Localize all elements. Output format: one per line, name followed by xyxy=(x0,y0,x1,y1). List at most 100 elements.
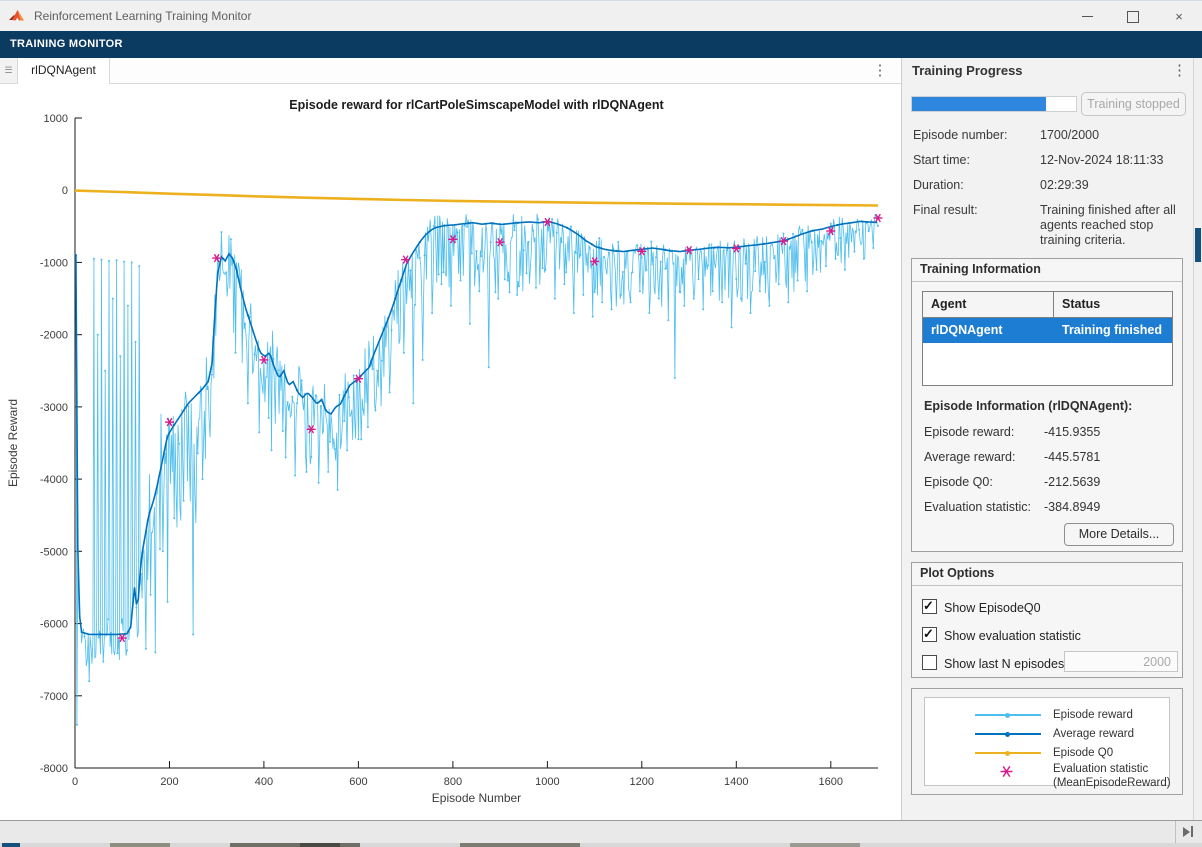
evaluation-statistic-asterisk-icon xyxy=(999,764,1014,779)
tab-list-icon[interactable]: ☰ xyxy=(0,58,18,83)
svg-text:1000: 1000 xyxy=(44,113,68,125)
status-bar xyxy=(0,820,1202,843)
episode-q0-row: Episode Q0: -212.5639 xyxy=(924,475,1174,489)
svg-text:1600: 1600 xyxy=(819,776,843,788)
agent-status-table: Agent Status rlDQNAgent Training finishe… xyxy=(922,291,1173,386)
training-progress-panel: Training Progress ⋮ Training stopped Epi… xyxy=(901,58,1193,820)
panel-title: Training Progress xyxy=(912,63,1023,78)
matlab-logo-icon xyxy=(9,9,26,24)
more-details-button[interactable]: More Details... xyxy=(1064,523,1174,546)
svg-text:600: 600 xyxy=(349,776,367,788)
episode-q0-line-swatch xyxy=(975,752,1041,754)
training-stopped-button[interactable]: Training stopped xyxy=(1081,92,1186,116)
field-value: -415.9355 xyxy=(1044,425,1100,439)
svg-text:-6000: -6000 xyxy=(40,619,68,631)
close-icon: × xyxy=(1175,9,1183,24)
svg-text:1400: 1400 xyxy=(724,776,748,788)
duration-row: Duration: 02:29:39 xyxy=(913,178,1185,192)
show-evaluation-statistic-option[interactable]: Show evaluation statistic xyxy=(922,627,1081,643)
field-label: Evaluation statistic: xyxy=(924,500,1031,514)
section-title: Plot Options xyxy=(912,563,1182,586)
status-cell: Training finished xyxy=(1054,318,1172,343)
show-episodeq0-option[interactable]: Show EpisodeQ0 xyxy=(922,599,1041,615)
legend-item-episode-q0: Episode Q0 xyxy=(925,746,1169,760)
field-label: Duration: xyxy=(913,178,964,192)
final-result-row: Final result: Training finished after al… xyxy=(913,203,1185,217)
last-n-episodes-input[interactable] xyxy=(1064,651,1178,672)
training-chart: 10000-1000-2000-3000-4000-5000-6000-7000… xyxy=(0,84,901,820)
field-label: Episode Q0: xyxy=(924,475,993,489)
field-value: -384.8949 xyxy=(1044,500,1100,514)
checkbox-label: Show EpisodeQ0 xyxy=(944,601,1041,615)
field-label: Final result: xyxy=(913,203,978,217)
svg-text:-4000: -4000 xyxy=(40,474,68,486)
average-reward-line-swatch xyxy=(975,733,1041,735)
episode-reward-line-swatch xyxy=(975,714,1041,716)
close-button[interactable]: × xyxy=(1156,1,1202,32)
svg-text:400: 400 xyxy=(255,776,273,788)
document-tab-bar: ☰ rlDQNAgent ⋮ xyxy=(0,58,901,84)
minimize-button[interactable] xyxy=(1064,1,1110,32)
average-reward-row: Average reward: -445.5781 xyxy=(924,450,1174,464)
checkbox-label: Show evaluation statistic xyxy=(944,629,1081,643)
collapsed-panel-strip xyxy=(1193,58,1202,820)
tab-rldqnagent[interactable]: rlDQNAgent xyxy=(17,58,110,84)
field-value: 02:29:39 xyxy=(1040,178,1190,193)
legend-label: Evaluation statistic(MeanEpisodeReward) xyxy=(1053,762,1171,790)
field-value: 1700/2000 xyxy=(1040,128,1190,143)
checkbox[interactable] xyxy=(922,599,937,614)
section-title: Training Information xyxy=(912,259,1182,282)
svg-text:0: 0 xyxy=(62,185,68,197)
legend-section: Episode reward Average reward Episode Q0 xyxy=(911,688,1183,795)
svg-text:200: 200 xyxy=(160,776,178,788)
legend-label: Episode Q0 xyxy=(1053,746,1113,760)
training-information-section: Training Information Agent Status rlDQNA… xyxy=(911,258,1183,552)
expand-panel-icon[interactable] xyxy=(1183,826,1193,837)
start-time-row: Start time: 12-Nov-2024 18:11:33 xyxy=(913,153,1185,167)
svg-text:Episode reward for rlCartPoleS: Episode reward for rlCartPoleSimscapeMod… xyxy=(289,98,664,112)
svg-text:1200: 1200 xyxy=(630,776,654,788)
legend-label: Average reward xyxy=(1053,727,1134,741)
tab-overflow-menu-icon[interactable]: ⋮ xyxy=(870,58,890,83)
col-header-agent: Agent xyxy=(923,292,1054,317)
checkbox[interactable] xyxy=(922,627,937,642)
svg-text:-5000: -5000 xyxy=(40,546,68,558)
table-row[interactable]: rlDQNAgent Training finished xyxy=(923,318,1172,343)
svg-text:Episode Number: Episode Number xyxy=(432,791,521,805)
training-progress-bar xyxy=(911,96,1077,112)
col-header-status: Status xyxy=(1054,292,1172,317)
toolstrip-ribbon: TRAINING MONITOR xyxy=(0,31,1202,58)
field-label: Episode reward: xyxy=(924,425,1014,439)
field-value: Training finished after all agents reach… xyxy=(1040,203,1190,248)
chart-legend: Episode reward Average reward Episode Q0 xyxy=(924,697,1170,786)
field-value: 12-Nov-2024 18:11:33 xyxy=(1040,153,1190,168)
checkbox[interactable] xyxy=(922,655,937,670)
window-title: Reinforcement Learning Training Monitor xyxy=(34,9,251,23)
episode-number-row: Episode number: 1700/2000 xyxy=(913,128,1185,142)
status-bar-divider xyxy=(1175,821,1176,843)
svg-text:0: 0 xyxy=(72,776,78,788)
tab-training-monitor[interactable]: TRAINING MONITOR xyxy=(0,31,1202,58)
maximize-button[interactable] xyxy=(1110,1,1156,32)
legend-item-episode-reward: Episode reward xyxy=(925,708,1169,722)
field-label: Start time: xyxy=(913,153,970,167)
legend-label: Episode reward xyxy=(1053,708,1133,722)
svg-text:-8000: -8000 xyxy=(40,763,68,775)
title-bar: Reinforcement Learning Training Monitor … xyxy=(0,0,1202,31)
scroll-indicator[interactable] xyxy=(1195,228,1201,262)
svg-text:-1000: -1000 xyxy=(40,257,68,269)
episode-information-title: Episode Information (rlDQNAgent): xyxy=(924,399,1132,413)
svg-text:Episode Reward: Episode Reward xyxy=(6,399,20,487)
show-last-n-episodes-option[interactable]: Show last N episodes xyxy=(922,655,1064,671)
legend-item-evaluation-statistic: Evaluation statistic(MeanEpisodeReward) xyxy=(925,762,1169,790)
field-label: Average reward: xyxy=(924,450,1016,464)
field-value: -445.5781 xyxy=(1044,450,1100,464)
checkbox-label: Show last N episodes xyxy=(944,657,1064,671)
svg-text:-7000: -7000 xyxy=(40,691,68,703)
panel-menu-icon[interactable]: ⋮ xyxy=(1172,61,1187,79)
plot-options-section: Plot Options Show EpisodeQ0 Show evaluat… xyxy=(911,562,1183,678)
field-value: -212.5639 xyxy=(1044,475,1100,489)
table-header-row: Agent Status xyxy=(923,292,1172,318)
legend-item-average-reward: Average reward xyxy=(925,727,1169,741)
svg-text:-2000: -2000 xyxy=(40,330,68,342)
